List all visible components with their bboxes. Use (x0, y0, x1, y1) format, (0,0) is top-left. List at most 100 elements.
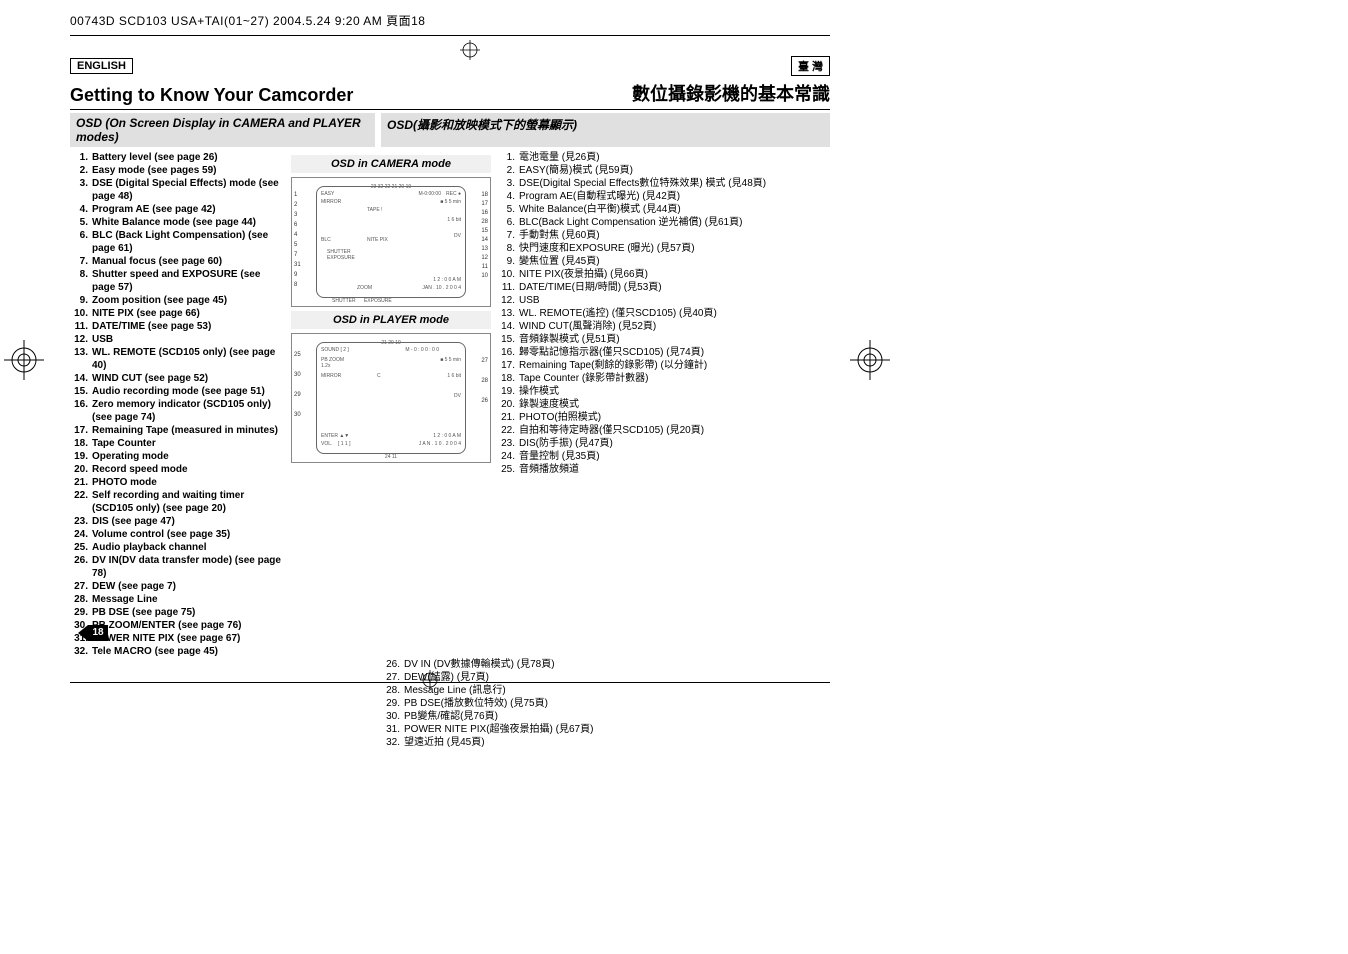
item-number: 15. (497, 333, 519, 346)
header-line: 00743D SCD103 USA+TAI(01~27) 2004.5.24 9… (70, 12, 830, 29)
item-number: 32. (382, 736, 404, 749)
list-item: 29.PB DSE (see page 75) (70, 606, 285, 619)
item-text: Program AE(自動程式曝光) (見42頁) (519, 190, 797, 203)
list-item: 10.NITE PIX(夜景拍攝) (見66頁) (497, 268, 797, 281)
list-item: 19.Operating mode (70, 450, 285, 463)
item-number: 29. (70, 606, 92, 619)
list-item: 12.USB (497, 294, 797, 307)
item-text: Message Line (訊息行) (404, 684, 830, 697)
osd-label: VOL. [ 1 1 ] (321, 441, 350, 447)
osd-label: C (377, 373, 381, 379)
osd-player-screen: SOUND [ 2 ] PB ZOOM1.2x MIRROR M - 0 : 0… (316, 342, 466, 454)
diagram-column: OSD in CAMERA mode 23 32 22 21 20 19 EAS… (291, 151, 491, 658)
item-number: 10. (70, 307, 92, 320)
osd-label: DV (454, 393, 461, 399)
item-text: 音頻錄製模式 (見51頁) (519, 333, 797, 346)
list-item: 5.White Balance mode (see page 44) (70, 216, 285, 229)
item-number: 23. (70, 515, 92, 528)
callout-number: 1 (294, 192, 297, 198)
item-number: 25. (70, 541, 92, 554)
item-number: 14. (70, 372, 92, 385)
osd-label: DV (454, 233, 461, 239)
item-text: WIND CUT (see page 52) (92, 372, 285, 385)
list-item: 4.Program AE(自動程式曝光) (見42頁) (497, 190, 797, 203)
item-number: 17. (70, 424, 92, 437)
item-text: POWER NITE PIX (see page 67) (92, 632, 285, 645)
title-english: Getting to Know Your Camcorder (70, 85, 353, 106)
item-number: 8. (70, 268, 92, 294)
list-item: 18.Tape Counter (70, 437, 285, 450)
item-text: 歸零點記憶指示器(僅只SCD105) (見74頁) (519, 346, 797, 359)
item-number: 1. (70, 151, 92, 164)
list-item: 27.DEW (see page 7) (70, 580, 285, 593)
osd-label: ENTER ▲▼ (321, 433, 349, 439)
item-text: DATE/TIME(日期/時間) (見53頁) (519, 281, 797, 294)
list-item: 9.Zoom position (see page 45) (70, 294, 285, 307)
callout-number: 4 (294, 232, 297, 238)
item-number: 31. (382, 723, 404, 736)
callout-number: 18 (481, 192, 488, 198)
item-number: 12. (497, 294, 519, 307)
item-number: 4. (70, 203, 92, 216)
item-text: PHOTO(拍照模式) (519, 411, 797, 424)
list-item: 16.歸零點記憶指示器(僅只SCD105) (見74頁) (497, 346, 797, 359)
item-text: 手動對焦 (見60頁) (519, 229, 797, 242)
callout-number: 27 (481, 358, 488, 364)
callout-number: 30 (294, 412, 301, 418)
item-number: 11. (70, 320, 92, 333)
list-item: 7.Manual focus (see page 60) (70, 255, 285, 268)
list-item: 2.Easy mode (see pages 59) (70, 164, 285, 177)
lang-taiwan-box: 臺 灣 (791, 56, 830, 76)
list-item: 21.PHOTO(拍照模式) (497, 411, 797, 424)
chinese-list-column: 1.電池電量 (見26頁)2.EASY(簡易)模式 (見59頁)3.DSE(Di… (497, 151, 797, 658)
item-text: Audio recording mode (see page 51) (92, 385, 285, 398)
callout-number: 12 (481, 255, 488, 261)
item-text: 操作模式 (519, 385, 797, 398)
chinese-osd-list-top: 1.電池電量 (見26頁)2.EASY(簡易)模式 (見59頁)3.DSE(Di… (497, 151, 797, 476)
item-number: 7. (70, 255, 92, 268)
item-number: 24. (497, 450, 519, 463)
osd-camera-screen: EASY MIRROR REC ● M-0:00:00 ■ 5 5 min TA… (316, 186, 466, 298)
list-item: 22.自拍和等待定時器(僅只SCD105) (見20頁) (497, 424, 797, 437)
list-item: 9.變焦位置 (見45頁) (497, 255, 797, 268)
item-text: 變焦位置 (見45頁) (519, 255, 797, 268)
osd-label: 1 6 bit (447, 217, 461, 223)
callout-number: 11 (482, 264, 488, 270)
title-row: Getting to Know Your Camcorder 數位攝錄影機的基本… (70, 80, 830, 106)
item-number: 23. (497, 437, 519, 450)
list-item: 3.DSE(Digital Special Effects數位特殊效果) 模式 … (497, 177, 797, 190)
item-number: 12. (70, 333, 92, 346)
item-number: 4. (497, 190, 519, 203)
osd-label: M - 0 : 0 0 : 0 0 (405, 347, 439, 353)
item-text: PHOTO mode (92, 476, 285, 489)
list-item: 11.DATE/TIME(日期/時間) (見53頁) (497, 281, 797, 294)
item-text: Tape Counter (92, 437, 285, 450)
item-text: BLC (Back Light Compensation) (see page … (92, 229, 285, 255)
english-osd-list: 1.Battery level (see page 26)2.Easy mode… (70, 151, 285, 658)
item-text: PB ZOOM/ENTER (see page 76) (92, 619, 285, 632)
item-text: 電池電量 (見26頁) (519, 151, 797, 164)
item-text: WIND CUT(風聲消除) (見52頁) (519, 320, 797, 333)
item-text: Record speed mode (92, 463, 285, 476)
callout-number: 3 (294, 212, 297, 218)
list-item: 15.音頻錄製模式 (見51頁) (497, 333, 797, 346)
callout-number: 17 (481, 201, 488, 207)
subhead-row: OSD (On Screen Display in CAMERA and PLA… (70, 113, 830, 147)
list-item: 23.DIS (see page 47) (70, 515, 285, 528)
item-text: White Balance(白平衡)模式 (見44頁) (519, 203, 797, 216)
osd-label: NITE PIX (367, 237, 388, 243)
item-number: 22. (497, 424, 519, 437)
rule-top (70, 35, 830, 36)
list-item: 30.PB變焦/確認(見76頁) (382, 710, 830, 723)
list-item: 18.Tape Counter (錄影帶計數器) (497, 372, 797, 385)
item-text: Manual focus (see page 60) (92, 255, 285, 268)
callout-number: 13 (481, 246, 488, 252)
list-item: 28.Message Line (訊息行) (382, 684, 830, 697)
crop-mark-top (460, 40, 480, 60)
item-text: DIS(防手振) (見47頁) (519, 437, 797, 450)
osd-label: BLC (321, 237, 331, 243)
list-item: 32.Tele MACRO (see page 45) (70, 645, 285, 658)
item-text: Message Line (92, 593, 285, 606)
list-item: 13.WL. REMOTE(遙控) (僅只SCD105) (見40頁) (497, 307, 797, 320)
item-text: DSE (Digital Special Effects) mode (see … (92, 177, 285, 203)
